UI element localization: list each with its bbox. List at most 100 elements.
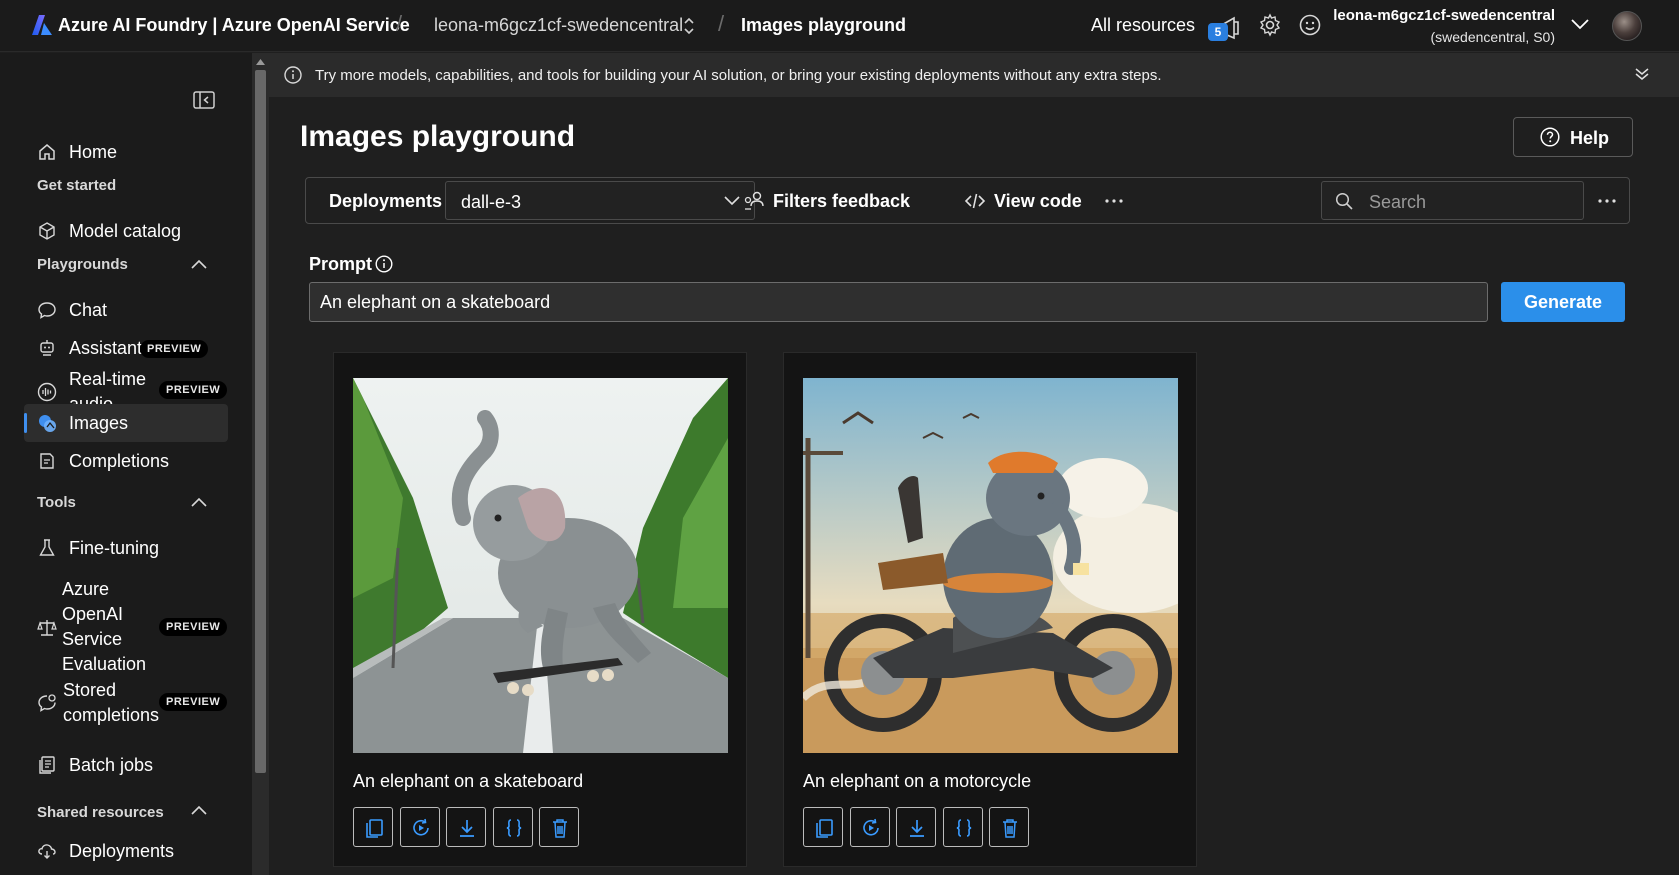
- sidebar-item-home[interactable]: Home: [24, 133, 228, 171]
- sidebar-item-fine-tuning[interactable]: Fine-tuning: [24, 529, 228, 567]
- copy-icon: [366, 819, 383, 838]
- gear-icon[interactable]: [1258, 13, 1282, 37]
- breadcrumb-separator: /: [718, 11, 725, 36]
- filters-feedback-label: Filters feedback: [773, 191, 911, 211]
- regenerate-icon: [413, 818, 429, 836]
- breadcrumb-page[interactable]: Images playground: [741, 15, 906, 36]
- generate-button[interactable]: Generate: [1501, 282, 1625, 322]
- page-title: Images playground: [300, 120, 576, 153]
- info-icon[interactable]: [375, 255, 393, 273]
- cube-icon: [39, 222, 55, 240]
- chevron-down-icon[interactable]: [1570, 16, 1590, 32]
- curly-braces-icon: [956, 819, 972, 837]
- section-playgrounds: Playgrounds: [37, 256, 128, 273]
- deployment-dropdown[interactable]: dall-e-3: [445, 181, 755, 220]
- robot-icon: [40, 340, 54, 356]
- sidebar-item-completions[interactable]: Completions: [24, 442, 228, 480]
- curly-braces-icon: [506, 819, 522, 837]
- breadcrumb-resource[interactable]: leona-m6gcz1cf-swedencentral: [434, 15, 683, 36]
- regenerate-icon: [863, 818, 879, 836]
- copy-button[interactable]: [353, 807, 393, 847]
- chevron-up-icon[interactable]: [190, 804, 208, 816]
- help-button[interactable]: Help: [1513, 117, 1633, 157]
- generated-image-elephant-skateboard[interactable]: [353, 378, 728, 753]
- sidebar-item-chat[interactable]: Chat: [24, 291, 228, 329]
- deployments-icon: [38, 844, 56, 859]
- deployments-label: Deployments: [329, 191, 443, 211]
- sidebar-item-batch-jobs[interactable]: Batch jobs: [24, 746, 228, 784]
- sidebar-item-label: Chat: [69, 300, 108, 320]
- sidebar-item-images[interactable]: Images: [24, 404, 228, 442]
- more-options-icon[interactable]: [1596, 190, 1618, 212]
- view-code-label: View code: [994, 191, 1082, 211]
- azure-ai-logo-icon[interactable]: [32, 14, 52, 36]
- account-name[interactable]: leona-m6gcz1cf-swedencentral: [1333, 7, 1555, 24]
- image-card: An elephant on a motorcycle: [783, 352, 1197, 867]
- download-icon: [460, 820, 474, 837]
- trash-icon: [553, 819, 567, 838]
- regenerate-button[interactable]: [850, 807, 890, 847]
- flask-icon: [39, 539, 55, 556]
- delete-button[interactable]: [539, 807, 579, 847]
- search-input[interactable]: Search: [1321, 181, 1584, 220]
- copy-button[interactable]: [803, 807, 843, 847]
- view-code-button[interactable]: View code: [964, 187, 1084, 215]
- copy-icon: [816, 819, 833, 838]
- more-options-icon[interactable]: [1103, 190, 1125, 212]
- help-label: Help: [1570, 128, 1610, 148]
- sidebar-item-deployments[interactable]: Deployments: [24, 832, 228, 870]
- images-icon: [39, 415, 56, 432]
- sidebar-item-label: Completions: [69, 451, 170, 471]
- scrollbar-thumb[interactable]: [255, 70, 266, 773]
- home-icon: [39, 144, 55, 160]
- avatar[interactable]: [1612, 11, 1642, 41]
- preview-badge: PREVIEW: [159, 693, 228, 711]
- download-button[interactable]: [896, 807, 936, 847]
- sidebar: Home Get started Model catalog Playgroun…: [0, 53, 252, 875]
- search-placeholder: Search: [1369, 192, 1427, 212]
- section-tools: Tools: [37, 494, 76, 511]
- stored-completions-icon: [38, 694, 56, 712]
- preview-badge: PREVIEW: [140, 340, 209, 358]
- info-banner: Try more models, capabilities, and tools…: [269, 53, 1679, 97]
- filters-feedback-button[interactable]: Filters feedback: [743, 187, 910, 215]
- sidebar-item-label: Stored completions: [63, 680, 160, 725]
- toolbar: Deployments dall-e-3 Filters feedback Vi…: [305, 177, 1630, 224]
- chevron-updown-icon[interactable]: [683, 16, 695, 36]
- json-button[interactable]: [493, 807, 533, 847]
- deployment-value: dall-e-3: [461, 192, 522, 212]
- search-icon: [1335, 192, 1353, 210]
- sidebar-item-label: Assistants: [69, 338, 152, 358]
- account-region: (swedencentral, S0): [1430, 29, 1555, 45]
- download-button[interactable]: [446, 807, 486, 847]
- sidebar-item-label: Model catalog: [69, 221, 182, 241]
- chevron-up-icon[interactable]: [190, 496, 208, 508]
- chevron-up-icon[interactable]: [190, 258, 208, 270]
- feedback-smiley-icon[interactable]: [1298, 13, 1322, 37]
- section-get-started: Get started: [37, 177, 117, 194]
- download-icon: [910, 820, 924, 837]
- all-resources-link[interactable]: All resources: [1091, 15, 1195, 36]
- trash-icon: [1003, 819, 1017, 838]
- regenerate-button[interactable]: [400, 807, 440, 847]
- collapse-sidebar-icon[interactable]: [193, 91, 215, 109]
- image-caption: An elephant on a skateboard: [353, 771, 584, 791]
- delete-button[interactable]: [989, 807, 1029, 847]
- notification-badge: 5: [1208, 23, 1228, 41]
- sidebar-item-aoai-evaluation[interactable]: Azure OpenAI Service Evaluation PREVIEW: [24, 578, 228, 678]
- filters-feedback-icon: [744, 191, 764, 210]
- generated-image-elephant-motorcycle[interactable]: [803, 378, 1178, 753]
- preview-badge: PREVIEW: [159, 381, 228, 399]
- brand-title[interactable]: Azure AI Foundry | Azure OpenAI Service: [58, 15, 410, 36]
- scroll-up-arrow-icon[interactable]: [256, 59, 265, 65]
- sidebar-item-label: Azure OpenAI Service Evaluation: [62, 579, 147, 674]
- double-chevron-down-icon[interactable]: [1635, 67, 1649, 81]
- json-button[interactable]: [943, 807, 983, 847]
- sidebar-item-model-catalog[interactable]: Model catalog: [24, 212, 228, 250]
- code-icon: [964, 193, 986, 209]
- prompt-input[interactable]: [309, 282, 1488, 322]
- sidebar-item-stored-completions[interactable]: Stored completions PREVIEW: [24, 678, 228, 728]
- image-card: An elephant on a skateboard: [333, 352, 747, 867]
- top-bar: Azure AI Foundry | Azure OpenAI Service …: [0, 0, 1679, 52]
- sidebar-item-assistants[interactable]: Assistants PREVIEW: [24, 329, 228, 367]
